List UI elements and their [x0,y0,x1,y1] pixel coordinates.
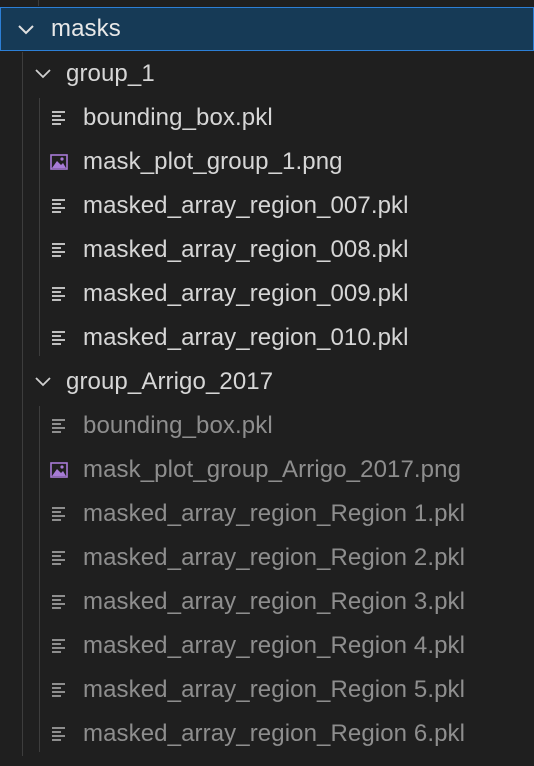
file-label: bounding_box.pkl [83,104,273,131]
file-row[interactable]: mask_plot_group_1.png [0,140,534,184]
folder-row-group-arrigo-2017[interactable]: group_Arrigo_2017 [0,360,534,404]
lines-file-icon [52,199,65,213]
folder-label: group_Arrigo_2017 [66,368,274,395]
file-label: mask_plot_group_1.png [83,148,343,175]
file-label: masked_array_region_Region 2.pkl [83,544,466,571]
indent-guide [39,98,40,356]
file-label: masked_array_region_010.pkl [83,324,409,351]
folder-row-masks[interactable]: masks [0,7,534,51]
lines-file-icon [52,639,65,653]
file-label: masked_array_region_008.pkl [83,236,409,263]
file-row[interactable]: masked_array_region_Region 2.pkl [0,536,534,580]
lines-file-icon [52,551,65,565]
indent-guide [39,406,40,752]
folder-label: masks [51,15,121,42]
image-file-icon [50,462,68,478]
chevron-down-icon[interactable] [16,20,36,40]
chevron-down-icon[interactable] [33,372,53,392]
chevron-down-icon[interactable] [33,64,53,84]
file-label: masked_array_region_009.pkl [83,280,409,307]
file-label: masked_array_region_Region 4.pkl [83,632,466,659]
lines-file-icon [52,243,65,257]
lines-file-icon [52,287,65,301]
file-label: mask_plot_group_Arrigo_2017.png [83,456,462,483]
file-row[interactable]: masked_array_region_007.pkl [0,184,534,228]
image-file-icon [50,154,68,170]
lines-file-icon [52,419,65,433]
file-row[interactable]: bounding_box.pkl [0,404,534,448]
file-row[interactable]: bounding_box.pkl [0,96,534,140]
file-row[interactable]: masked_array_region_009.pkl [0,272,534,316]
folder-row-group-1[interactable]: group_1 [0,52,534,96]
indent-guide [38,0,39,6]
file-label: masked_array_region_Region 6.pkl [83,720,466,747]
lines-file-icon [52,595,65,609]
file-label: masked_array_region_007.pkl [83,192,409,219]
file-row[interactable]: masked_array_region_Region 1.pkl [0,492,534,536]
top-edge [0,0,534,6]
file-label: bounding_box.pkl [83,412,273,439]
file-row[interactable]: masked_array_region_008.pkl [0,228,534,272]
file-row[interactable]: mask_plot_group_Arrigo_2017.png [0,448,534,492]
file-label: masked_array_region_Region 1.pkl [83,500,466,527]
folder-label: group_1 [66,60,155,87]
indent-guide [22,52,23,756]
lines-file-icon [52,507,65,521]
lines-file-icon [52,683,65,697]
file-explorer-tree: masks group_1 bounding_box.pkl mask_plot_g… [0,0,534,766]
file-row[interactable]: masked_array_region_Region 6.pkl [0,712,534,756]
file-row[interactable]: masked_array_region_Region 3.pkl [0,580,534,624]
file-row[interactable]: masked_array_region_Region 4.pkl [0,624,534,668]
file-row[interactable]: masked_array_region_Region 5.pkl [0,668,534,712]
file-label: masked_array_region_Region 3.pkl [83,588,466,615]
file-row[interactable]: masked_array_region_010.pkl [0,316,534,360]
lines-file-icon [52,331,65,345]
lines-file-icon [52,727,65,741]
lines-file-icon [52,111,65,125]
file-label: masked_array_region_Region 5.pkl [83,676,466,703]
